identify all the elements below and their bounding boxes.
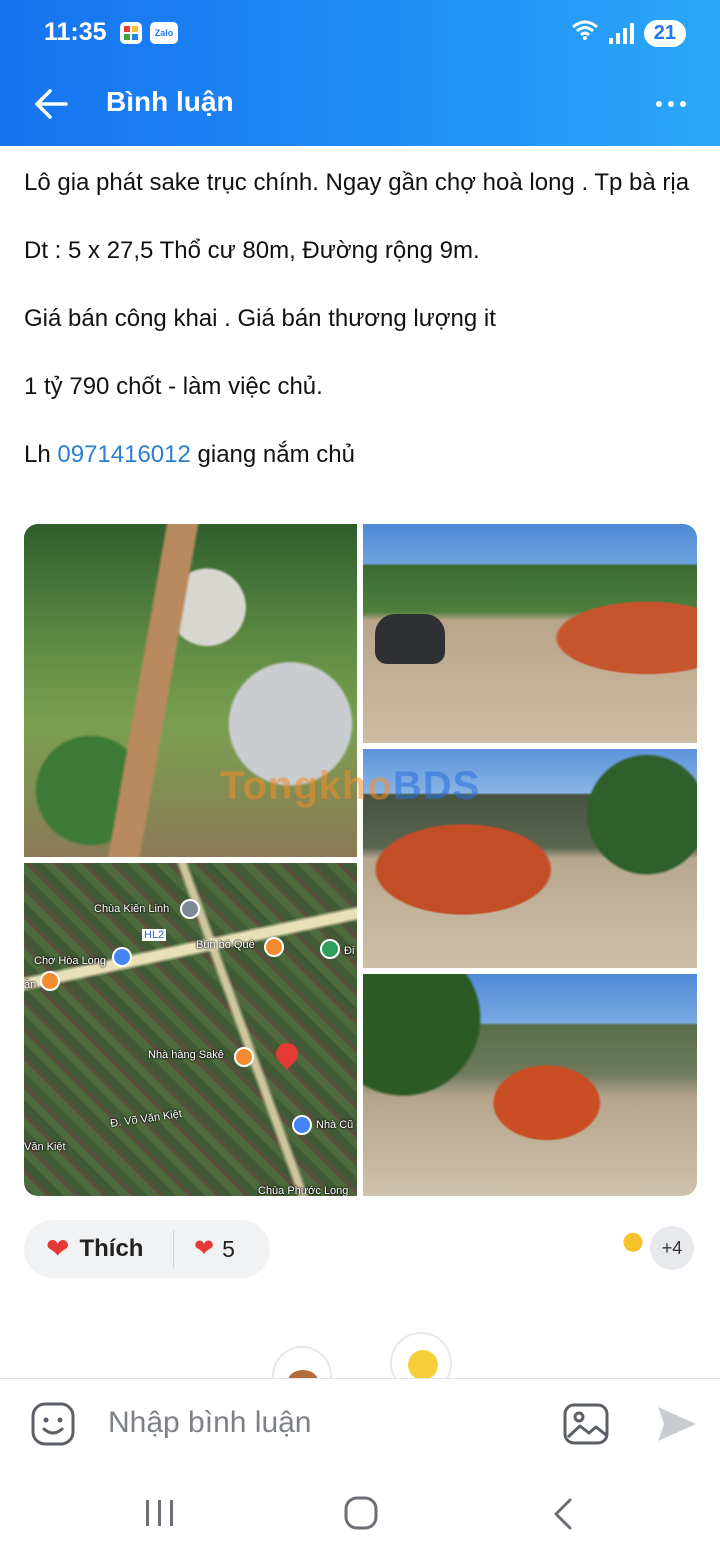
like-button[interactable]: ❤ Thích: [24, 1220, 174, 1278]
location-pin-icon: [271, 1038, 303, 1070]
apps-icon: [120, 22, 142, 44]
battery-badge: 21: [643, 19, 686, 47]
send-icon[interactable]: [654, 1401, 700, 1447]
back-icon[interactable]: [548, 1496, 578, 1532]
divider: [173, 1230, 174, 1268]
reactor-avatars[interactable]: +4: [612, 1226, 694, 1270]
more-dots-icon[interactable]: [646, 84, 696, 124]
zalo-icon: Zalo: [150, 22, 178, 44]
map-label: Chùa Kiến Linh: [94, 903, 170, 915]
top-bar: 11:35 Zalo 21 Bình luận: [0, 0, 720, 146]
photo-lot-front[interactable]: [363, 974, 697, 1196]
map-label: Đi: [344, 945, 355, 957]
contact-prefix: Lh: [24, 441, 58, 468]
map-label: Nhà Cũ: [316, 1119, 354, 1131]
map-label: ăn: [24, 979, 37, 991]
restaurant-icon: [264, 937, 284, 957]
place-icon: [292, 1115, 312, 1135]
map-label: Chợ Hòa Long: [34, 955, 107, 967]
recent-apps-icon[interactable]: [142, 1496, 178, 1530]
comment-input[interactable]: [108, 1403, 528, 1443]
emoji-icon[interactable]: [30, 1401, 76, 1447]
map-label: Chùa Phước Long: [258, 1185, 349, 1196]
screen: 11:35 Zalo 21 Bình luận Lô gia phát sake…: [0, 0, 720, 1558]
photo-street-scooter[interactable]: [363, 524, 697, 743]
map-label: Nhà hàng Sakê: [148, 1049, 224, 1061]
status-bar: 11:35 Zalo 21: [0, 0, 720, 66]
like-count[interactable]: ❤ 5: [194, 1220, 235, 1278]
post-contact: Lh 0971416012 giang nắm chủ: [24, 438, 704, 472]
restaurant-icon: [234, 1047, 254, 1067]
image-icon[interactable]: [562, 1401, 610, 1447]
post-line: Giá bán công khai . Giá bán thương lượng…: [24, 305, 496, 332]
map-label: Bún bò Quê: [196, 939, 255, 951]
home-icon[interactable]: [342, 1494, 380, 1532]
signal-icon: [608, 22, 634, 44]
post-line: Lô gia phát sake trục chính. Ngay gần ch…: [24, 169, 690, 196]
map-label: Đ. Võ Văn Kiệt: [109, 1108, 183, 1130]
heart-icon: ❤: [46, 1233, 70, 1264]
restaurant-icon: [40, 971, 60, 991]
post-content: Lô gia phát sake trục chính. Ngay gần ch…: [24, 166, 704, 506]
post-line: Dt : 5 x 27,5 Thổ cư 80m, Đường rộng 9m.: [24, 237, 480, 264]
photo-map[interactable]: Chùa Kiến Linh HL2 Chợ Hòa Long Bún bò Q…: [24, 863, 357, 1196]
system-nav-bar: [0, 1468, 720, 1558]
page-title: Bình luận: [106, 86, 234, 117]
comment-bar: [0, 1378, 720, 1468]
temple-icon: [180, 899, 200, 919]
reaction-bar: ❤ Thích ❤ 5: [24, 1220, 270, 1278]
contact-suffix: giang nắm chủ: [190, 441, 355, 468]
status-right: 21: [571, 19, 686, 47]
watermark: TongkhoBDS: [220, 764, 481, 808]
like-count-value: 5: [222, 1235, 235, 1262]
place-icon: [320, 939, 340, 959]
scooter-shape: [375, 614, 445, 664]
market-icon: [112, 947, 132, 967]
heart-icon: ❤: [194, 1235, 215, 1262]
arrow-left-icon[interactable]: [30, 82, 74, 126]
photo-grid: Chùa Kiến Linh HL2 Chợ Hòa Long Bún bò Q…: [24, 524, 697, 1196]
map-label: Văn Kiệt: [24, 1141, 66, 1153]
post-line: 1 tỷ 790 chốt - làm việc chủ.: [24, 373, 323, 400]
like-label: Thích: [79, 1235, 144, 1262]
more-reactors-badge: +4: [650, 1226, 694, 1270]
map-label: HL2: [142, 929, 167, 941]
phone-link[interactable]: 0971416012: [57, 441, 190, 468]
header: Bình luận: [0, 66, 720, 146]
wifi-icon: [571, 19, 599, 47]
status-time: 11:35: [44, 18, 107, 46]
avatar: [612, 1227, 654, 1269]
